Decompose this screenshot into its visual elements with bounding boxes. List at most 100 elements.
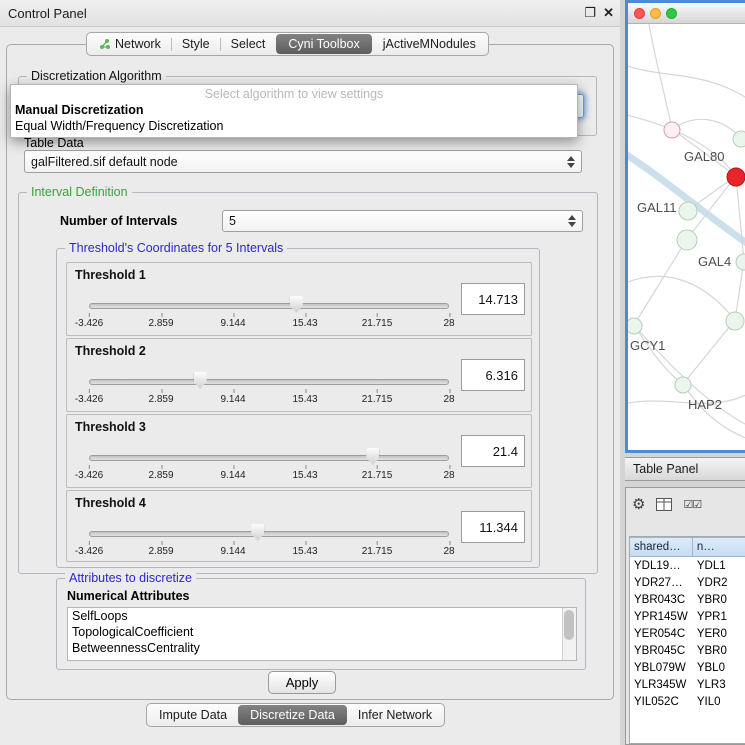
slider-thumb[interactable] [366,448,379,465]
list-scrollbar[interactable] [562,608,576,660]
slider-tick-labels: -3.426 2.859 9.144 15.43 21.715 28 [89,389,449,405]
network-window-titlebar [628,3,745,24]
number-of-intervals-label: Number of Intervals [60,214,177,228]
number-of-intervals-value: 5 [229,214,236,228]
table-row[interactable]: YLR345WYLR3 [630,676,745,693]
tab-network-label: Network [115,37,161,51]
tab-cyni-toolbox[interactable]: Cyni Toolbox [276,34,371,54]
dropdown-option-manual-discretization[interactable]: Manual Discretization [11,102,577,118]
slider-tick-labels: -3.426 2.859 9.144 15.43 21.715 28 [89,541,449,557]
threshold-1-panel: Threshold 1 -3.426 2.859 9.144 15.43 21.… [66,262,532,336]
table-row[interactable]: YDR27…YDR2 [630,574,745,591]
list-item[interactable]: BetweennessCentrality [68,640,576,656]
control-panel-titlebar: Control Panel ❐ ✕ [0,0,620,27]
list-item[interactable]: SelfLoops [68,608,576,624]
apply-button[interactable]: Apply [268,671,336,694]
threshold-2-value[interactable]: 6.316 [461,359,525,391]
table-panel-title: Table Panel [633,462,698,476]
table-row[interactable]: YPR145WYPR1 [630,608,745,625]
dropdown-placeholder: Select algorithm to view settings [11,85,577,102]
columns-icon[interactable] [656,498,672,511]
tab-discretize-data[interactable]: Discretize Data [238,705,347,725]
node [664,122,680,138]
node [726,312,744,330]
select-rows-icon[interactable]: ☑☑ [683,498,701,511]
threshold-4-value[interactable]: 11.344 [461,511,525,543]
numerical-attributes-list[interactable]: SelfLoops TopologicalCoefficient Between… [67,607,577,661]
node-label: GAL4 [698,254,731,269]
window-title: Control Panel [8,6,87,21]
group-title: Discretization Algorithm [27,69,166,83]
tab-select[interactable]: Select [221,34,276,54]
node [628,318,642,334]
float-window-icon[interactable]: ❐ [584,5,596,21]
table-panel-window: ⚙ ☑☑ shared… n… YDL19…YDL1 YDR27…YDR2 YB… [625,487,745,745]
tab-style[interactable]: Style [172,34,220,54]
table-header-row: shared… n… [630,537,745,557]
node [736,254,745,270]
network-node-labels: GAL80 GAL11 GAL4 GCY1 HAP2 [630,149,731,412]
group-title: Attributes to discretize [65,571,196,585]
table-data-combobox[interactable]: galFiltered.sif default node [24,150,582,173]
slider-tick-labels: -3.426 2.859 9.144 15.43 21.715 28 [89,465,449,481]
table-row[interactable]: YIL052CYIL0 [630,693,745,710]
scrollbar-thumb[interactable] [564,610,574,640]
tab-impute-data[interactable]: Impute Data [149,705,237,725]
close-traffic-light[interactable] [634,8,645,19]
threshold-4-slider[interactable] [89,531,449,537]
slider-thumb[interactable] [251,524,264,541]
numerical-attributes-label: Numerical Attributes [67,589,189,603]
column-header-name[interactable]: n… [693,537,745,557]
threshold-label: Threshold 4 [75,496,146,510]
node-label: HAP2 [688,397,722,412]
node [733,131,745,147]
threshold-4-panel: Threshold 4 -3.426 2.859 9.144 15.43 21.… [66,490,532,562]
table-row[interactable]: YDL19…YDL1 [630,557,745,574]
gear-icon[interactable]: ⚙ [632,497,645,512]
zoom-traffic-light[interactable] [666,8,677,19]
combo-arrows-icon [568,215,576,227]
slider-track[interactable] [89,531,449,537]
minimize-traffic-light[interactable] [650,8,661,19]
slider-track[interactable] [89,303,449,309]
threshold-1-slider[interactable] [89,303,449,309]
number-of-intervals-combobox[interactable]: 5 [222,210,583,232]
threshold-2-slider[interactable] [89,379,449,385]
top-tab-strip: Network Style Select Cyni Toolbox jActiv… [86,32,489,56]
node [675,377,691,393]
dropdown-option-equal-width[interactable]: Equal Width/Frequency Discretization [11,118,577,134]
column-header-shared-name[interactable]: shared… [630,537,693,557]
threshold-3-slider[interactable] [89,455,449,461]
table-row[interactable]: YBR043CYBR0 [630,591,745,608]
threshold-1-value[interactable]: 14.713 [461,283,525,315]
slider-track[interactable] [89,379,449,385]
group-title: Interval Definition [27,185,132,199]
network-view-window: GAL80 GAL11 GAL4 GCY1 HAP2 [625,0,745,453]
table-data-label: Table Data [24,136,84,150]
tab-jactivemnodules[interactable]: jActiveMNodules [373,34,486,54]
close-icon[interactable]: ✕ [603,5,614,21]
tab-network[interactable]: Network [89,34,171,54]
slider-thumb[interactable] [290,296,303,313]
table-toolbar: ⚙ ☑☑ [632,492,701,516]
table-row[interactable]: YER054CYER0 [630,625,745,642]
threshold-label: Threshold 2 [75,344,146,358]
threshold-3-value[interactable]: 21.4 [461,435,525,467]
network-canvas[interactable]: GAL80 GAL11 GAL4 GCY1 HAP2 [628,24,745,450]
node-label: GAL80 [684,149,724,164]
threshold-3-panel: Threshold 3 -3.426 2.859 9.144 15.43 21.… [66,414,532,488]
threshold-label: Threshold 1 [75,268,146,282]
node-table: shared… n… YDL19…YDL1 YDR27…YDR2 YBR043C… [629,536,745,744]
table-row[interactable]: YBL079WYBL0 [630,659,745,676]
table-row[interactable]: YBR045CYBR0 [630,642,745,659]
algorithm-dropdown-popup: Select algorithm to view settings Manual… [10,84,578,138]
node-label: GAL11 [637,200,677,215]
screen: Control Panel ❐ ✕ Network Style Select C… [0,0,745,745]
slider-track[interactable] [89,455,449,461]
list-item[interactable]: TopologicalCoefficient [68,624,576,640]
slider-thumb[interactable] [194,372,207,389]
tab-infer-network[interactable]: Infer Network [348,705,442,725]
network-icon [99,38,111,50]
threshold-2-panel: Threshold 2 -3.426 2.859 9.144 15.43 21.… [66,338,532,412]
node [677,230,697,250]
